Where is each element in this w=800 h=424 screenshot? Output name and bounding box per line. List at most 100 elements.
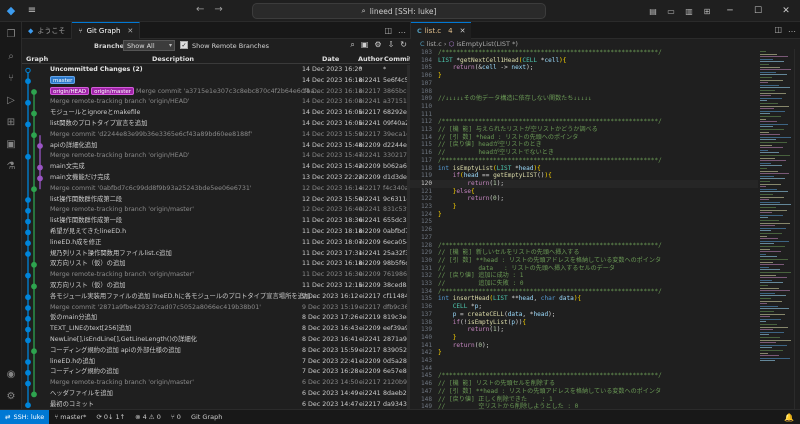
menu-icon[interactable]: ≡ xyxy=(22,5,42,16)
branch-indicator[interactable]: ⑂ master* xyxy=(49,413,91,421)
table-row[interactable]: apiの詳細化追加 14 Dec 2023 15:48 ei2209 d2244e83 xyxy=(22,141,415,152)
table-row[interactable]: モジュールとignoreとmakefile 14 Dec 2023 16:05 ei… xyxy=(22,108,415,119)
table-row[interactable]: origin/HEAD origin/master Merge commit 'a3… xyxy=(22,86,415,98)
show-remote-branches-checkbox[interactable]: ✓ xyxy=(180,41,188,49)
notifications-bell-icon[interactable]: 🔔 xyxy=(784,413,794,422)
table-row[interactable]: コーディング規約の追加 7 Dec 2023 16:28 ei2209 6e57e83… xyxy=(22,367,415,378)
terminal-icon[interactable]: ▣ xyxy=(361,40,369,50)
table-row[interactable]: main文機能だけ完成 13 Dec 2023 22:22 ei2209 d1d3de… xyxy=(22,173,415,184)
code-line[interactable]: 145 /************************************… xyxy=(410,372,758,380)
code-line[interactable]: 138 if(!isEmptyList(p)){ xyxy=(410,319,758,327)
table-row[interactable]: Merge remote-tracking branch 'origin/mas… xyxy=(22,378,415,389)
table-row[interactable]: 仮のmain分追加 8 Dec 2023 17:26 ei2219 819c3ed2 xyxy=(22,313,414,324)
table-row[interactable]: lineED.h成を修正 11 Dec 2023 18:07 ei2209 6eca0… xyxy=(22,238,414,249)
code-line[interactable]: 109 //↓↓↓↓↓その他データ構造に依存しない関数たち↓↓↓↓↓ xyxy=(410,95,758,103)
code-line[interactable]: 104 LIST *getNextCell1Head(CELL *cell){ xyxy=(410,57,758,65)
minimize-button[interactable]: ─ xyxy=(716,6,744,16)
code-line[interactable]: 126 xyxy=(410,226,758,234)
code-line[interactable]: 137 p = createCELL(data, *head); xyxy=(410,311,758,319)
toggle-secondary-sidebar-icon[interactable]: ▥ xyxy=(680,7,698,16)
fetch-icon[interactable]: ⇩ xyxy=(388,40,395,50)
table-row[interactable]: Merge commit '2871a9fbe429327cad07c5052a… xyxy=(22,303,413,314)
code-line[interactable]: 121 }else{ xyxy=(410,188,758,196)
table-row[interactable]: ヘッダファイルを追加 6 Dec 2023 14:49 ei2241 8daeb2ea xyxy=(22,389,414,400)
table-row[interactable]: コーディング規約の追加 apiの外部仕様の追加 8 Dec 2023 15:59 e… xyxy=(22,346,415,357)
explorer-icon[interactable]: ❐ xyxy=(0,24,22,44)
git-graph-status-button[interactable]: Git Graph xyxy=(186,413,227,421)
more-actions-icon[interactable]: … xyxy=(398,26,406,35)
table-row[interactable]: 希望が見えてきたlineED.h 11 Dec 2023 18:18 ei2209 0… xyxy=(22,227,413,238)
code-line[interactable]: 140 } xyxy=(410,334,758,342)
code-line[interactable]: 118 int isEmptyList(LIST *head){ xyxy=(410,165,758,173)
command-center-search[interactable]: ⌕ lineed [SSH: luke] xyxy=(252,3,546,19)
table-row[interactable]: Merge remote-tracking branch 'origin/HEA… xyxy=(22,151,415,162)
code-line[interactable]: 136 CELL *p; xyxy=(410,303,758,311)
extensions-icon[interactable]: ⊞ xyxy=(0,112,22,132)
more-actions-icon[interactable]: … xyxy=(788,25,796,34)
code-line[interactable]: 139 return(1); xyxy=(410,326,758,334)
code-line[interactable]: 120 return(1); xyxy=(410,179,758,188)
table-row[interactable]: list関数のプロトタイプ宣言を追加 14 Dec 2023 16:05 ei224… xyxy=(22,119,413,130)
table-row[interactable]: list操作関数群作成第二段 12 Dec 2023 15:50 ei2241 9c6… xyxy=(22,195,415,206)
code-line[interactable]: 107 xyxy=(410,80,758,88)
code-line[interactable]: 110 xyxy=(410,103,758,111)
table-row[interactable]: Uncommitted Changes (2) 14 Dec 2023 16:20… xyxy=(22,65,410,76)
remote-indicator[interactable]: ⇄ SSH: luke xyxy=(0,409,50,424)
customize-layout-icon[interactable]: ⊞ xyxy=(698,7,716,16)
tab-list-c[interactable]: C list.c 4 ✕ xyxy=(411,22,472,39)
code-line[interactable]: 130 // [引 数] **head : リストの先頭アドレスを格納している変数… xyxy=(410,257,758,265)
toggle-panel-icon[interactable]: ▭ xyxy=(662,7,680,16)
forward-arrow-icon[interactable]: → xyxy=(214,4,222,15)
ports-indicator[interactable]: ⑂ 0 xyxy=(166,413,186,421)
maximize-button[interactable]: ☐ xyxy=(744,6,772,16)
remote-branch-badge[interactable]: origin/HEAD xyxy=(50,86,90,95)
find-icon[interactable]: ⌕ xyxy=(350,40,354,50)
back-arrow-icon[interactable]: ← xyxy=(196,4,204,15)
split-editor-icon[interactable]: ◫ xyxy=(774,25,782,34)
code-line[interactable]: 125 xyxy=(410,218,758,226)
editor-scrollbar[interactable] xyxy=(794,49,800,409)
branches-dropdown[interactable]: Show All ▾ xyxy=(123,40,175,51)
remote-explorer-icon[interactable]: ▣ xyxy=(0,134,22,154)
code-line[interactable]: 111 xyxy=(410,111,758,119)
table-row[interactable]: TEXT_LINEのtext[256]追加 8 Dec 2023 16:43 ei2… xyxy=(22,324,413,335)
table-row[interactable]: list操作関数群作成第一段 11 Dec 2023 18:36 ei2241 655… xyxy=(22,216,414,227)
code-line[interactable]: 143 xyxy=(410,357,758,365)
minimap[interactable] xyxy=(758,49,794,409)
table-row[interactable]: 双方向リスト（仮）の追加 11 Dec 2023 16:18 ei2209 98b5f… xyxy=(22,259,413,270)
tab-welcome[interactable]: ◆ ようこそ xyxy=(22,22,73,39)
code-line[interactable]: 141 return(0); xyxy=(410,342,758,350)
code-line[interactable]: 113 // [機 能] 与えられたリストが空リストかどうか調べる xyxy=(410,126,758,134)
close-button[interactable]: ✕ xyxy=(772,6,800,16)
code-line[interactable]: 122 return(0); xyxy=(410,195,758,203)
code-line[interactable]: 146 // [機 能] リストの先頭セルを削除する xyxy=(410,380,758,388)
table-row[interactable]: Merge commit '0abfbd7c6c99dd8f9b93a25243… xyxy=(22,184,413,195)
code-line[interactable]: 106} xyxy=(410,72,758,80)
code-line[interactable]: 117 /************************************… xyxy=(410,157,758,165)
table-row[interactable]: lineED.hの追加 7 Dec 2023 22:41 ei2209 0d5a283… xyxy=(22,357,415,368)
code-line[interactable]: 132 // [戻り値] 追加に成功 : 1 xyxy=(410,272,758,280)
close-tab-icon[interactable]: ✕ xyxy=(127,27,133,35)
code-line[interactable]: 142} xyxy=(410,349,758,357)
manage-gear-icon[interactable]: ⚙ xyxy=(0,386,22,406)
code-line[interactable]: 135 int insertHead(LIST **head, char data… xyxy=(410,295,758,303)
table-row[interactable]: 各モジュール実装用ファイルの追加 lineED.hに各モジュールのプロトタイプ宣… xyxy=(22,292,413,303)
table-row[interactable]: master 14 Dec 2023 16:18 ei2241 5e6f4c52 xyxy=(22,75,413,87)
breadcrumb-symbol[interactable]: isEmptyList(LIST *) xyxy=(456,40,518,48)
refresh-icon[interactable]: ↻ xyxy=(400,40,407,50)
table-row[interactable]: Merge remote-tracking branch 'origin/HEA… xyxy=(22,97,415,108)
code-line[interactable]: 112 /************************************… xyxy=(410,118,758,126)
code-line[interactable]: 127 xyxy=(410,234,758,242)
code-line[interactable]: 124} xyxy=(410,211,758,219)
code-line[interactable]: 144 xyxy=(410,365,758,373)
code-line[interactable]: 123 } xyxy=(410,203,758,211)
code-line[interactable]: 105 return(&cell -> next); xyxy=(410,64,758,72)
table-row[interactable]: NewLine[],isEndLine[],GetLineLength()の詳細… xyxy=(22,335,413,346)
code-line[interactable]: 119 if(head == getEmptyLIST()){ xyxy=(410,172,758,180)
table-row[interactable]: Merge remote-tracking branch 'origin/mas… xyxy=(22,270,415,281)
accounts-icon[interactable]: ◉ xyxy=(0,364,22,384)
code-line[interactable]: 129 // [機 能] 新しいセルをリストの先頭へ挿入する xyxy=(410,249,758,257)
remote-branch-badge[interactable]: origin/master xyxy=(91,86,135,95)
testing-icon[interactable]: ⚗ xyxy=(0,156,22,176)
tab-git-graph[interactable]: ⑂ Git Graph ✕ xyxy=(72,22,141,39)
